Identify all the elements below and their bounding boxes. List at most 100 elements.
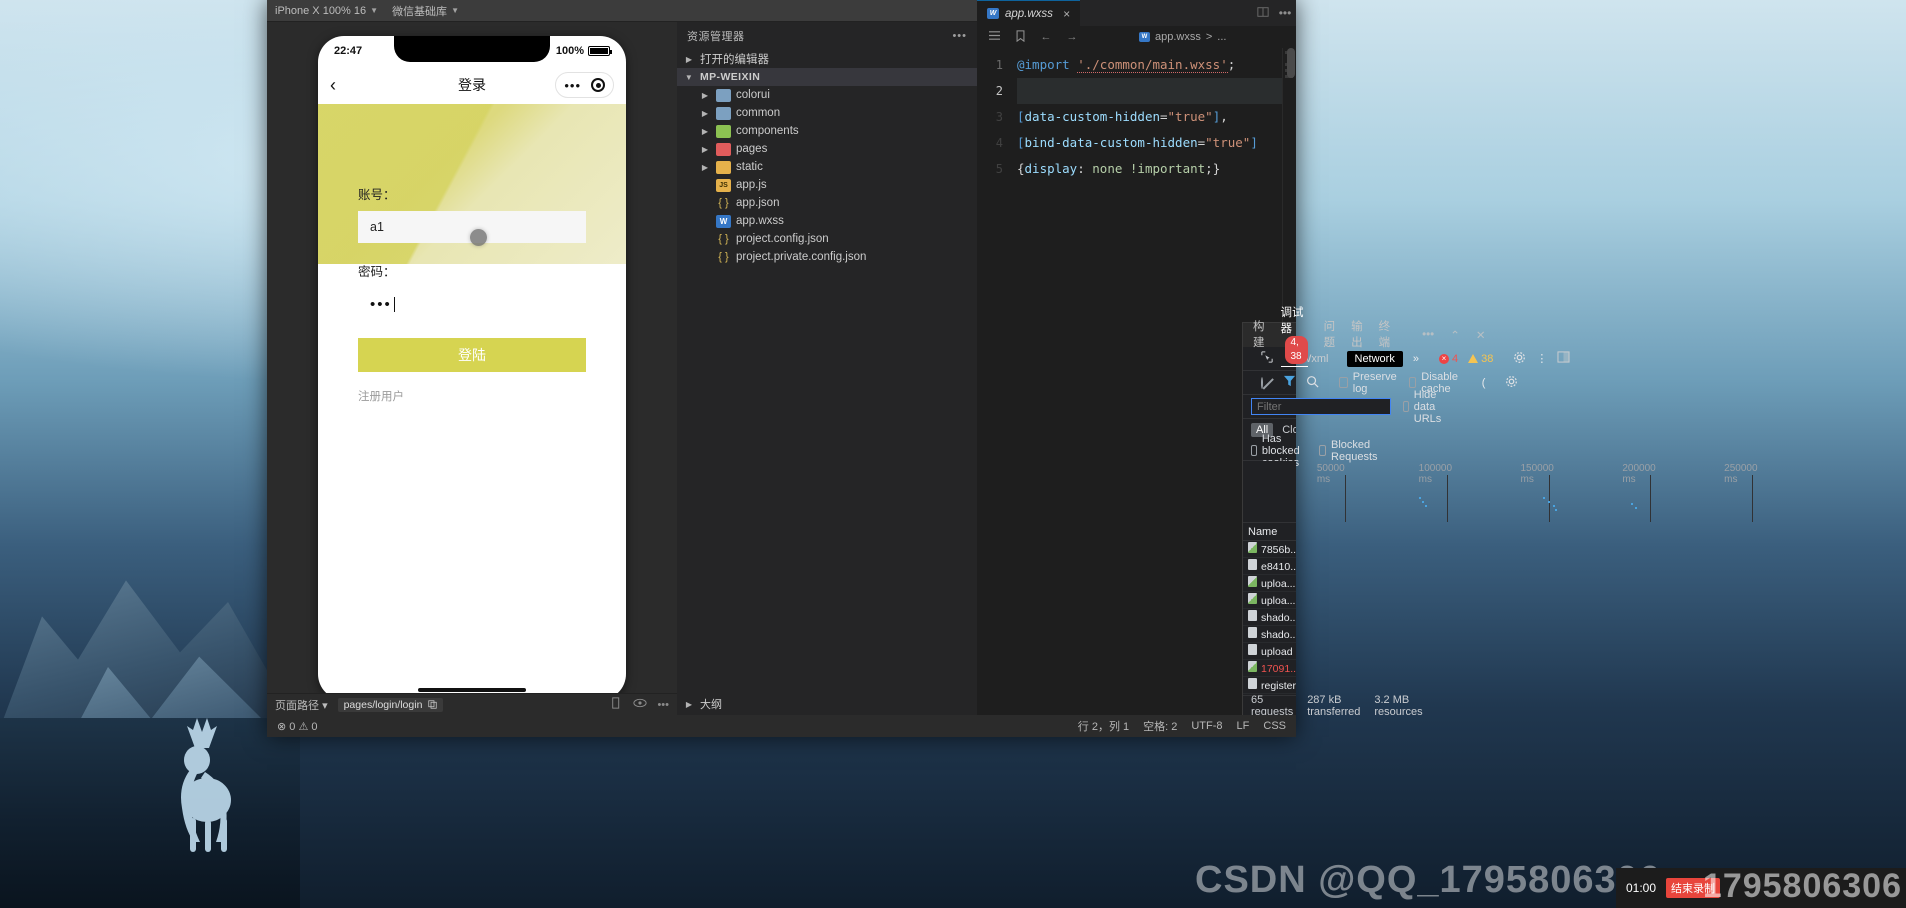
error-icon: × [1438, 353, 1449, 364]
dock-icon[interactable] [1557, 351, 1570, 366]
explorer-item-colorui[interactable]: ▶ colorui [677, 86, 977, 104]
explorer-item-common[interactable]: ▶ common [677, 104, 977, 122]
code-line[interactable]: 2 [977, 78, 1296, 104]
indentation-setting[interactable]: 空格: 2 [1143, 718, 1177, 734]
code-content[interactable]: 1 @import './common/main.wxss'; 2 3 [data-c… [977, 48, 1296, 182]
login-button[interactable]: 登陆 [358, 338, 586, 372]
target-icon[interactable] [591, 78, 605, 92]
explorer-item-static[interactable]: ▶ static [677, 158, 977, 176]
more-vertical-icon[interactable]: ⋮ [1536, 352, 1547, 365]
table-row[interactable]: 7856b...3...j...Ot...3...3... [1243, 541, 1296, 558]
code-line[interactable]: 4 [bind-data-custom-hidden="true"] [977, 130, 1296, 156]
phone-nav-bar: ‹ 登录 ••• [318, 66, 626, 104]
table-row[interactable]: e8410...2...p...29...6...8... [1243, 558, 1296, 575]
bookmark-icon[interactable] [1011, 29, 1029, 45]
debugger-tab-0[interactable]: 构建 [1253, 318, 1265, 352]
register-link[interactable]: 注册用户 [358, 388, 586, 404]
table-row[interactable]: shado...2...p...29...(...3... [1243, 609, 1296, 626]
table-row[interactable]: 17091...4...j...29...3...1... [1243, 660, 1296, 677]
explorer-item-pages[interactable]: ▶ pages [677, 140, 977, 158]
editor-actions-icon[interactable]: ••• [1274, 6, 1296, 20]
account-input[interactable]: a1 [358, 211, 586, 246]
problems-indicator[interactable]: ⊗ 0 ⚠ 0 [277, 720, 318, 733]
debugger-tab-4[interactable]: 终端 [1379, 318, 1391, 352]
phone-simulator[interactable]: 22:47 100% ‹ 登录 ••• 账号： a1 密码： ••• 登陆 注册… [318, 36, 626, 700]
eol-setting[interactable]: LF [1237, 720, 1250, 732]
explorer-item-app-js[interactable]: JS app.js [677, 176, 977, 194]
explorer-item-components[interactable]: ▶ components [677, 122, 977, 140]
explorer-item-project-private-config-json[interactable]: { } project.private.config.json [677, 248, 977, 266]
library-selector[interactable]: 微信基础库 ▼ [392, 3, 459, 19]
language-mode[interactable]: CSS [1263, 720, 1286, 732]
more-horizontal-icon[interactable]: ••• [657, 699, 669, 711]
password-input[interactable]: ••• [358, 288, 586, 320]
wechat-capsule[interactable]: ••• [555, 72, 614, 98]
device-selector[interactable]: iPhone X 100% 16 ▼ [275, 5, 378, 17]
preserve-log-checkbox[interactable]: Preserve log [1339, 371, 1399, 395]
editor-tab-app-wxss[interactable]: W app.wxss × [977, 0, 1080, 26]
blocked-requests-checkbox[interactable]: Blocked Requests [1318, 439, 1381, 463]
table-row[interactable]: register2...x...in...4...4... [1243, 677, 1296, 694]
more-horizontal-icon[interactable]: ••• [952, 30, 967, 42]
funnel-icon[interactable] [1283, 375, 1296, 390]
table-row[interactable]: shado...2...p...29...(...0... [1243, 626, 1296, 643]
breadcrumb[interactable]: W app.wxss > ... [1139, 31, 1226, 43]
debugger-tab-2[interactable]: 问题 [1324, 318, 1336, 352]
editor-scrollbar[interactable] [1287, 48, 1295, 78]
cursor-select-icon[interactable] [1261, 351, 1273, 366]
stop-recording-button[interactable]: 结束录制 [1666, 878, 1721, 898]
network-timeline-overview[interactable]: 50000 ms 100000 ms 150000 ms 200000 ms 25000… [1243, 461, 1758, 523]
error-count-badge[interactable]: × 4 [1438, 353, 1458, 365]
table-row[interactable]: uploa...3.../...29...0...2... [1243, 575, 1296, 592]
library-selector-label: 微信基础库 [392, 5, 448, 18]
close-icon[interactable]: ✕ [1476, 328, 1486, 342]
code-line[interactable]: 1 @import './common/main.wxss'; [977, 52, 1296, 78]
column-header[interactable]: Name [1243, 526, 1296, 538]
editor-tab-label: app.wxss [1005, 7, 1053, 20]
cursor-position[interactable]: 行 2，列 1 [1078, 718, 1129, 734]
gear-icon[interactable] [1513, 351, 1526, 367]
page-path-value[interactable]: pages/login/login [337, 697, 444, 712]
battery-icon [588, 46, 612, 56]
page-path-label[interactable]: 页面路径 ▾ [275, 697, 328, 713]
devtools-debugger-panel: 构建 调试器4, 38 问题 输出 终端 ••• ⌃ ✕ Wxml Network » × 4… [1242, 307, 1758, 718]
network-settings-gear-icon[interactable] [1505, 375, 1518, 391]
close-icon[interactable]: × [1063, 7, 1070, 21]
filter-input[interactable] [1251, 398, 1391, 415]
code-line[interactable]: 3 [data-custom-hidden="true"], [977, 104, 1296, 130]
explorer-item-project-config-json[interactable]: { } project.config.json [677, 230, 977, 248]
search-icon[interactable] [1306, 375, 1319, 391]
nav-back-icon[interactable]: ← [1037, 31, 1055, 43]
split-editor-icon[interactable] [1252, 6, 1274, 21]
account-label: 账号： [358, 188, 396, 202]
explorer-item-app-json[interactable]: { } app.json [677, 194, 977, 212]
nav-forward-icon[interactable]: → [1063, 31, 1081, 43]
chevron-left-icon[interactable]: ‹ [330, 75, 354, 96]
table-row[interactable]: upload2...x...Ot...3...6... [1243, 643, 1296, 660]
hide-data-urls-checkbox[interactable]: Hide data URLs [1403, 389, 1447, 425]
line-number: 5 [995, 162, 1003, 176]
explorer-outline-section[interactable]: ▶ 大纲 [677, 693, 977, 715]
subtab-overflow-icon[interactable]: » [1413, 353, 1419, 365]
table-row[interactable]: uploa...2...p...29...4...4... [1243, 592, 1296, 609]
debugger-tab-1[interactable]: 调试器4, 38 [1280, 304, 1308, 367]
encoding-setting[interactable]: UTF-8 [1191, 720, 1222, 732]
explorer-section-open-editors[interactable]: ▶ 打开的编辑器 [677, 50, 977, 68]
clear-icon[interactable] [1261, 376, 1263, 389]
explorer-item-app-wxss[interactable]: Wapp.wxss [677, 212, 977, 230]
code-line[interactable]: 5 {display: none !important;} [977, 156, 1296, 182]
throttle-selector[interactable]: ( [1482, 377, 1486, 389]
explorer-section-project[interactable]: ▼ MP-WEIXIN [677, 68, 977, 86]
debugger-tab-3[interactable]: 输出 [1351, 318, 1363, 352]
more-icon[interactable]: ••• [564, 78, 581, 93]
more-horizontal-icon[interactable]: ••• [1422, 329, 1434, 341]
chevron-up-icon[interactable]: ⌃ [1450, 328, 1460, 342]
explorer-item-label: colorui [736, 89, 770, 101]
device-rotate-icon[interactable] [611, 697, 623, 712]
eye-icon[interactable] [633, 697, 648, 712]
warning-triangle-icon: ⚠ [298, 720, 309, 733]
list-lines-icon[interactable] [985, 30, 1003, 44]
warning-count-badge[interactable]: 38 [1468, 353, 1493, 365]
copy-icon[interactable] [428, 700, 438, 709]
subtab-network[interactable]: Network [1346, 350, 1403, 367]
